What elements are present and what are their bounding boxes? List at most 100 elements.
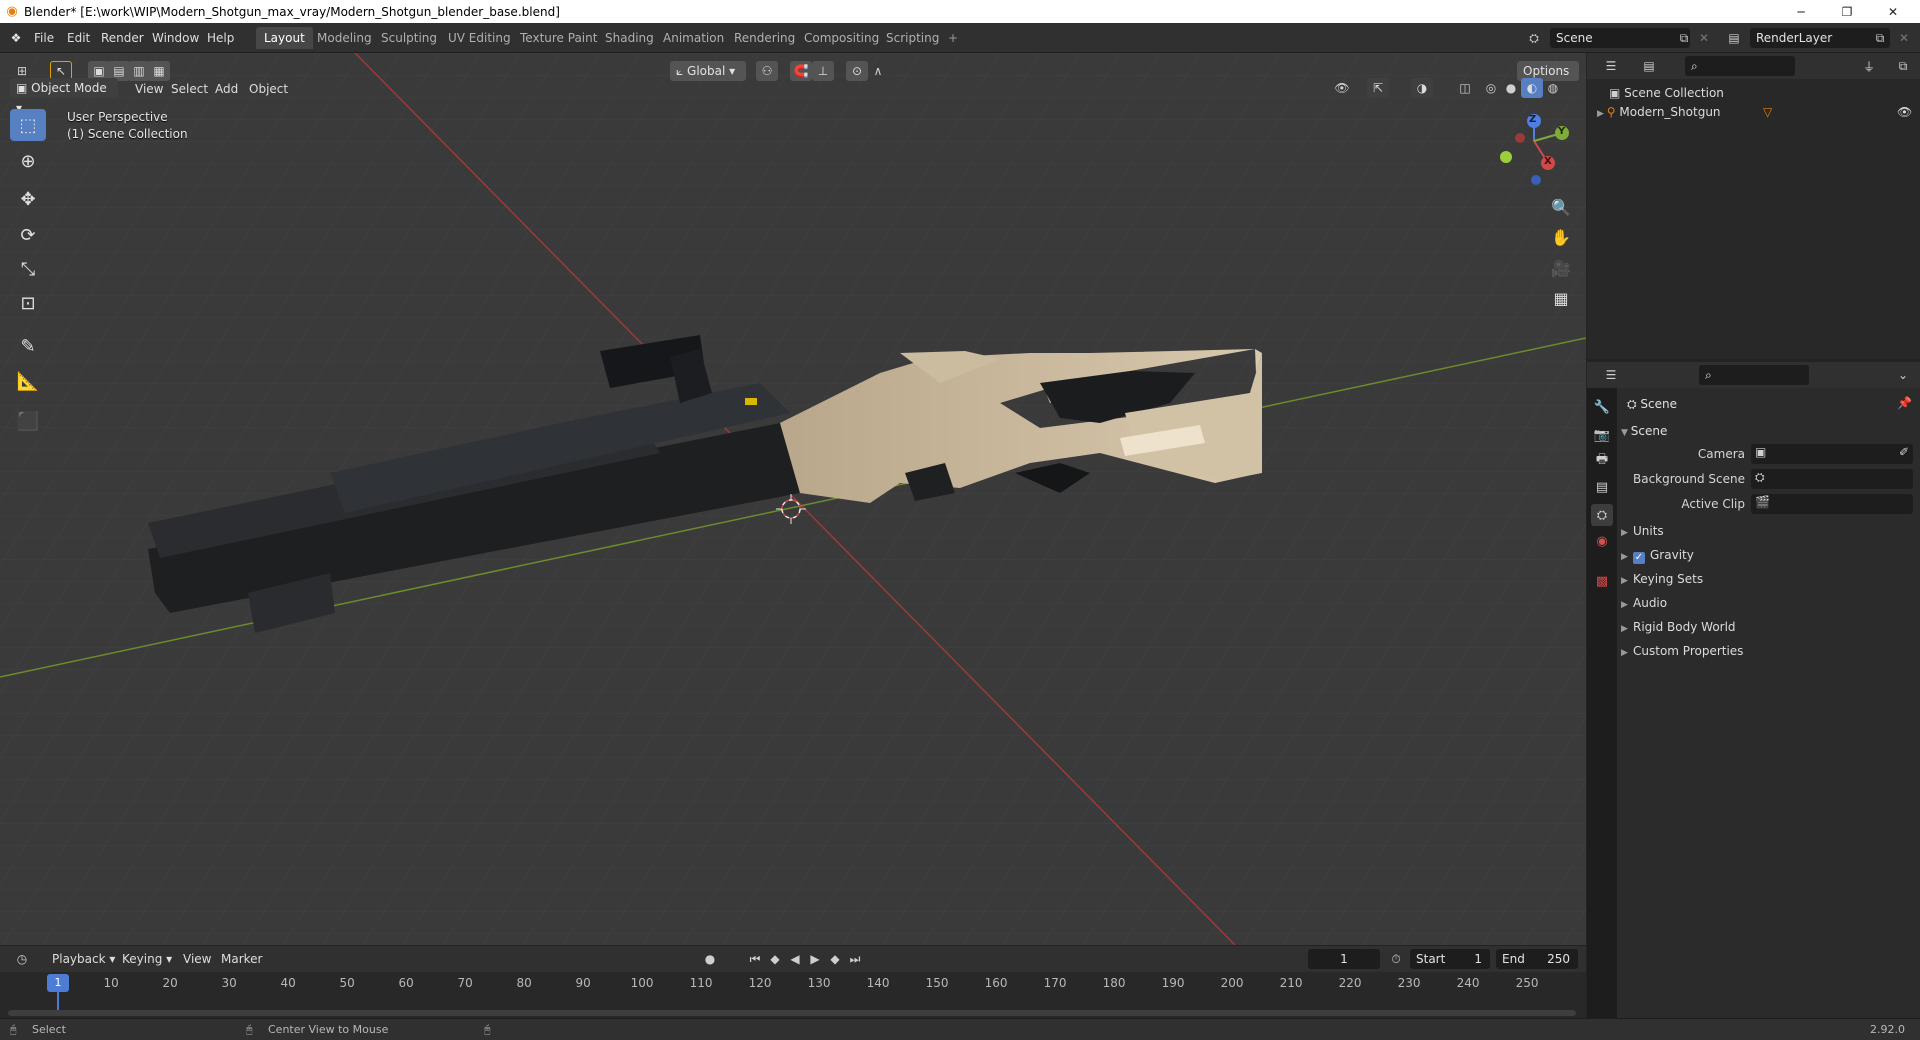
transform-orientation-dropdown[interactable]: ⟀ Global ▾: [670, 61, 746, 81]
add-workspace-button[interactable]: +: [940, 27, 966, 49]
rotate-tool-icon[interactable]: ⟳: [10, 219, 46, 251]
scene-tab-icon[interactable]: ⛭: [1591, 504, 1613, 526]
add-cube-tool-icon[interactable]: ⬛: [10, 405, 46, 437]
timeline-editor-type-icon[interactable]: ◷: [12, 949, 32, 969]
viewport-menu-object[interactable]: Object: [242, 78, 295, 100]
panel-rigid-body-world[interactable]: ▶ Rigid Body World: [1621, 616, 1916, 638]
eyedropper-icon[interactable]: ✐: [1899, 445, 1909, 459]
overlay-toggle-icon[interactable]: ◑: [1411, 78, 1433, 98]
expand-arrow-icon[interactable]: ▶: [1597, 109, 1607, 119]
scene-name-field[interactable]: Scene: [1550, 28, 1690, 48]
menu-window[interactable]: Window: [145, 27, 206, 49]
play-reverse-icon[interactable]: ◀: [785, 949, 805, 969]
pin-icon[interactable]: 📌: [1897, 396, 1912, 410]
menu-file[interactable]: File: [27, 27, 61, 49]
maximize-button[interactable]: ❐: [1824, 0, 1870, 23]
menu-help[interactable]: Help: [200, 27, 241, 49]
start-frame-field[interactable]: Start 1: [1410, 949, 1490, 969]
preview-range-icon[interactable]: ⏱: [1386, 949, 1406, 969]
camera-field[interactable]: ▣ ✐: [1751, 444, 1913, 464]
panel-audio[interactable]: ▶ Audio: [1621, 592, 1916, 614]
tab-sculpting[interactable]: Sculpting: [373, 27, 445, 49]
tab-texture-paint[interactable]: Texture Paint: [512, 27, 605, 49]
3d-viewport[interactable]: Z X Y ⊞ ↖ ▣ ▤ ▥ ▦ ⟀ Global ▾ ⚇ 🧲 ⊥ ⊙ ∧ O…: [0, 53, 1586, 945]
render-layer-field[interactable]: RenderLayer: [1750, 28, 1890, 48]
timeline-menu-playback[interactable]: Playback ▾: [45, 948, 122, 970]
visibility-eye-icon[interactable]: 👁: [1897, 103, 1912, 121]
move-tool-icon[interactable]: ✥: [10, 183, 46, 215]
transform-tool-icon[interactable]: ⊡: [10, 287, 46, 319]
tab-scripting[interactable]: Scripting: [878, 27, 947, 49]
viewport-menu-add[interactable]: Add: [208, 78, 245, 100]
xray-toggle-icon[interactable]: ◫: [1455, 78, 1475, 98]
minimize-button[interactable]: ─: [1778, 0, 1824, 23]
panel-gravity[interactable]: ▶ ✓ Gravity: [1621, 544, 1916, 566]
wireframe-shading-icon[interactable]: ◎: [1481, 78, 1501, 98]
tab-layout[interactable]: Layout: [256, 27, 313, 49]
menu-edit[interactable]: Edit: [60, 27, 97, 49]
outliner-item-modern-shotgun[interactable]: ▶ ⚲ Modern_Shotgun ▽ 👁: [1597, 103, 1915, 121]
falloff-icon[interactable]: ∧: [868, 61, 888, 81]
tab-rendering[interactable]: Rendering: [726, 27, 803, 49]
current-frame-field[interactable]: 1: [1308, 949, 1380, 969]
record-icon[interactable]: ●: [700, 949, 720, 969]
outliner[interactable]: ☰ ▤ ⌕ ⏚ ⧉ ▣ Scene Collection ▶ ⚲ Modern_…: [1587, 53, 1920, 359]
properties-options-icon[interactable]: ⌄: [1893, 365, 1913, 385]
next-keyframe-icon[interactable]: ◆: [825, 949, 845, 969]
gravity-checkbox[interactable]: ✓: [1633, 552, 1645, 564]
cursor-tool-icon[interactable]: ⊕: [10, 145, 46, 177]
properties-editor[interactable]: ☰ ⌕ ⌄ 🔧 📷 🖶 ▤ ⛭ ◉ ▩ ⛭ Scene 📌 ▼ Scene Ca…: [1587, 362, 1920, 1018]
scene-section-header[interactable]: ▼ Scene: [1621, 420, 1667, 442]
tab-compositing[interactable]: Compositing: [796, 27, 887, 49]
tab-shading[interactable]: Shading: [597, 27, 662, 49]
view-layer-browse-icon[interactable]: ▤: [1724, 28, 1744, 48]
new-scene-icon[interactable]: ⧉: [1674, 28, 1694, 48]
tab-modeling[interactable]: Modeling: [309, 27, 380, 49]
active-clip-field[interactable]: 🎬: [1751, 494, 1913, 514]
outliner-search-input[interactable]: ⌕: [1685, 56, 1795, 76]
scene-browse-icon[interactable]: ⛭: [1524, 28, 1544, 48]
menu-render[interactable]: Render: [94, 27, 151, 49]
snap-icon[interactable]: 🧲: [790, 61, 812, 81]
panel-keying-sets[interactable]: ▶ Keying Sets: [1621, 568, 1916, 590]
tool-tab-icon[interactable]: 🔧: [1591, 396, 1613, 418]
scale-tool-icon[interactable]: ⤡: [10, 253, 46, 285]
select-box-tool-icon[interactable]: ⬚: [10, 109, 46, 141]
prev-keyframe-icon[interactable]: ◆: [765, 949, 785, 969]
delete-view-layer-icon[interactable]: ✕: [1894, 28, 1914, 48]
zoom-icon[interactable]: 🔍: [1547, 193, 1575, 221]
jump-start-icon[interactable]: ⏮: [745, 949, 765, 969]
proportional-edit-icon[interactable]: ⊙: [846, 61, 868, 81]
scene-collection-row[interactable]: ▣ Scene Collection: [1609, 84, 1724, 102]
texture-tab-icon[interactable]: ▩: [1591, 570, 1613, 592]
new-view-layer-icon[interactable]: ⧉: [1870, 28, 1890, 48]
end-frame-field[interactable]: End 250: [1496, 949, 1578, 969]
ortho-toggle-icon[interactable]: ▦: [1547, 284, 1575, 312]
visibility-icon[interactable]: 👁: [1332, 78, 1352, 98]
solid-shading-icon[interactable]: ●: [1501, 78, 1521, 98]
render-tab-icon[interactable]: 📷: [1591, 424, 1613, 446]
pivot-point-icon[interactable]: ⚇: [756, 61, 778, 81]
timeline-menu-keying[interactable]: Keying ▾: [115, 948, 179, 970]
measure-tool-icon[interactable]: 📐: [10, 365, 46, 397]
output-tab-icon[interactable]: 🖶: [1591, 450, 1613, 472]
playhead[interactable]: 1: [47, 974, 69, 992]
properties-editor-type-icon[interactable]: ☰: [1601, 365, 1621, 385]
background-scene-field[interactable]: ⛭: [1751, 469, 1913, 489]
blender-menu-icon[interactable]: ❖: [6, 28, 26, 48]
timeline[interactable]: ◷ Playback ▾ Keying ▾ View Marker ● ⏮ ◆ …: [0, 946, 1586, 1018]
view-layer-tab-icon[interactable]: ▤: [1591, 476, 1613, 498]
delete-scene-icon[interactable]: ✕: [1694, 28, 1714, 48]
rendered-shading-icon[interactable]: ◍: [1543, 78, 1563, 98]
tab-uv-editing[interactable]: UV Editing: [440, 27, 519, 49]
outliner-editor-type-icon[interactable]: ☰: [1601, 56, 1621, 76]
new-collection-icon[interactable]: ⧉: [1893, 56, 1913, 76]
filter-icon[interactable]: ⏚: [1859, 56, 1879, 76]
play-icon[interactable]: ▶: [805, 949, 825, 969]
material-shading-icon[interactable]: ◐: [1521, 78, 1543, 98]
close-window-button[interactable]: ✕: [1870, 0, 1916, 23]
tab-animation[interactable]: Animation: [655, 27, 732, 49]
snap-target-icon[interactable]: ⊥: [812, 61, 834, 81]
world-tab-icon[interactable]: ◉: [1591, 530, 1613, 552]
annotate-tool-icon[interactable]: ✎: [10, 330, 46, 362]
